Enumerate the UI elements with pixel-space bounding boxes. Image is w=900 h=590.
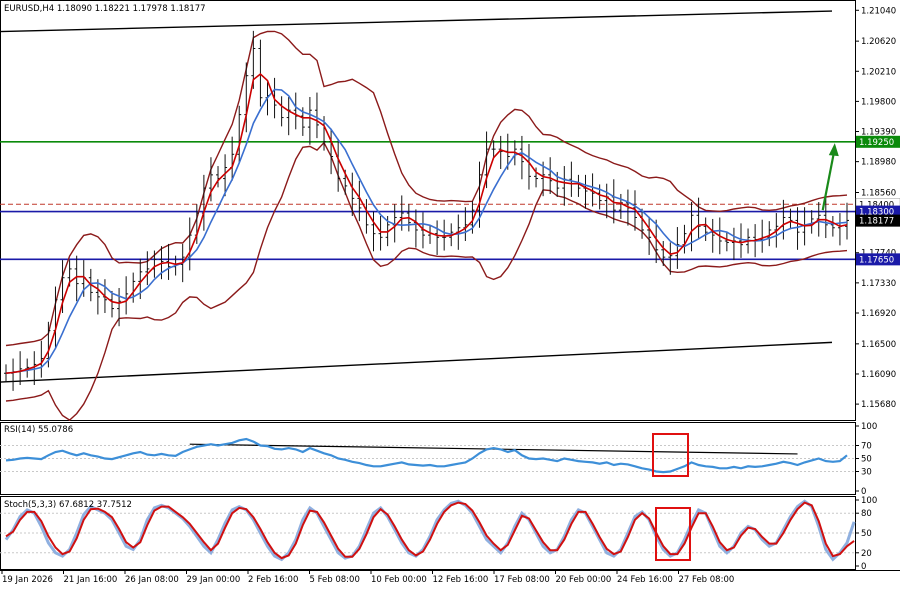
chart-canvas: 1.210401.206201.202101.198001.193901.189… [0,0,900,585]
time-tick-label: 2 Feb 16:00 [248,575,298,585]
indicator-tick-label: 0 [861,562,866,572]
time-tick-label: 10 Feb 00:00 [371,575,427,585]
price-tag-label: 1.19250 [859,138,894,148]
price-tick-label: 1.18980 [861,158,896,168]
indicator-tick-label: 80 [861,509,872,519]
price-level-tags: 1.192501.184001.183001.181771.17650 [855,135,900,266]
indicator-tick-label: 30 [861,468,872,478]
price-tick-label: 1.17330 [861,279,896,289]
price-axis: 1.210401.206201.202101.198001.193901.189… [855,6,896,572]
price-tick-label: 1.16500 [861,340,896,350]
indicator-tick-label: 100 [861,422,877,432]
time-tick-label: 26 Jan 08:00 [125,575,179,585]
indicator-tick-label: 50 [861,455,872,465]
time-tick-label: 21 Jan 16:00 [64,575,118,585]
price-tick-label: 1.18560 [861,188,896,198]
indicator-tick-label: 50 [861,529,872,539]
pane-frames [0,0,900,571]
price-tick-label: 1.15680 [861,400,896,410]
time-tick-label: 12 Feb 16:00 [433,575,489,585]
time-tick-label: 27 Feb 08:00 [679,575,735,585]
time-axis: 19 Jan 2026 21 Jan 16:00 26 Jan 08:00 29 Ja… [1,570,735,585]
price-tick-label: 1.16920 [861,309,896,319]
price-tick-label: 1.20210 [861,67,896,77]
chart-header: EURUSD,H4 1.18090 1.18221 1.17978 1.1817… [4,4,206,14]
time-tick-label: 17 Feb 08:00 [494,575,550,585]
time-tick-label: 19 Jan 2026 [2,575,53,585]
time-tick-label: 5 Feb 08:00 [310,575,360,585]
indicator-tick-label: 100 [861,496,877,506]
indicator-tick-label: 70 [861,442,872,452]
price-tag-label: 1.17650 [859,255,894,265]
indicator-tick-label: 20 [861,549,872,559]
rsi-label: RSI(14) 55.0786 [4,425,73,435]
time-tick-label: 20 Feb 00:00 [556,575,612,585]
price-tag-label: 1.18177 [859,217,894,227]
time-tick-label: 24 Feb 16:00 [617,575,673,585]
price-tick-label: 1.21040 [861,6,896,16]
price-tick-label: 1.19800 [861,97,896,107]
stochastic-label: Stoch(5,3,3) 67.6812 37.7512 [4,500,132,510]
price-tick-label: 1.20620 [861,37,896,47]
time-tick-label: 29 Jan 00:00 [187,575,241,585]
price-tick-label: 1.16090 [861,370,896,380]
